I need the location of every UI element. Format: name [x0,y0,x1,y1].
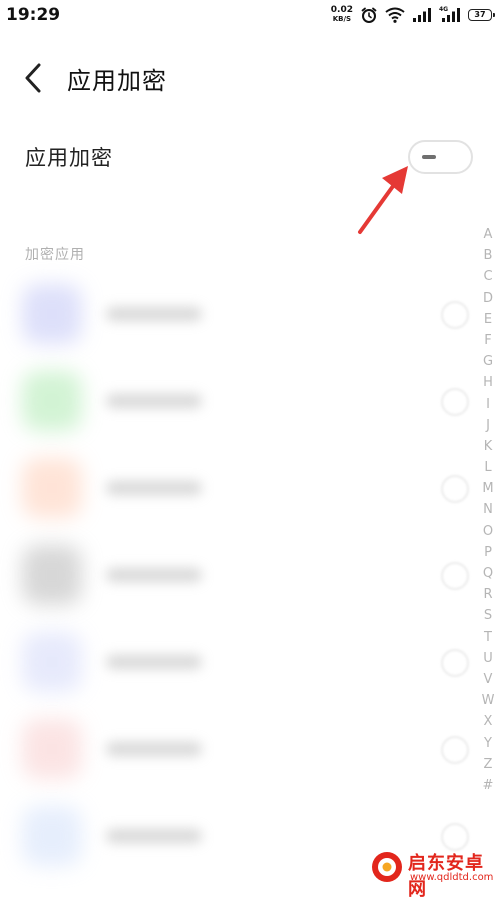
alphabet-index-letter[interactable]: U [483,648,493,669]
encrypted-apps-section-title: 加密应用 [25,247,85,263]
alphabet-index-letter[interactable]: Q [483,563,493,584]
app-icon [22,806,82,866]
alphabet-index-letter[interactable]: V [484,669,493,690]
app-select-checkbox[interactable] [441,562,469,590]
app-list [0,272,500,889]
alphabet-index-letter[interactable]: O [483,521,493,542]
alphabet-index-letter[interactable]: I [486,394,490,415]
alphabet-index-letter[interactable]: Y [484,733,492,754]
alphabet-index-letter[interactable]: P [484,542,492,563]
alphabet-index-letter[interactable]: F [484,330,491,351]
list-item[interactable] [0,446,500,533]
list-item[interactable] [0,533,500,620]
app-name-blurred [106,742,202,756]
alphabet-index-letter[interactable]: R [483,584,492,605]
app-lock-label: 应用加密 [25,146,113,170]
app-name-blurred [106,307,202,321]
network-speed: 0.02 KB/S [331,6,353,24]
status-time: 19:29 [6,5,61,25]
alphabet-index-letter[interactable]: K [484,436,493,457]
signal-4g-icon: 4G [439,6,461,23]
alphabet-index-letter[interactable]: C [483,266,492,287]
battery-icon: 37 [468,9,495,21]
alphabet-index-letter[interactable]: L [484,457,491,478]
status-bar: 19:29 0.02 KB/S 4G 37 [0,0,500,30]
alphabet-index-letter[interactable]: A [484,224,493,245]
network-type-label: 4G [439,6,449,13]
watermark-url: www.qdldtd.com [410,872,494,883]
list-item[interactable] [0,707,500,794]
list-item[interactable] [0,359,500,446]
header: 应用加密 [0,50,500,106]
network-speed-value: 0.02 [330,5,353,15]
app-name-blurred [106,481,202,495]
chevron-left-icon [25,63,41,93]
app-name-blurred [106,394,202,408]
battery-level: 37 [474,10,486,19]
alphabet-index-letter[interactable]: S [484,605,492,626]
app-icon [22,719,82,779]
app-name-blurred [106,829,202,843]
page-title: 应用加密 [67,67,167,95]
app-icon [22,545,82,605]
app-select-checkbox[interactable] [441,649,469,677]
app-icon [22,632,82,692]
alphabet-index-letter[interactable]: H [483,372,493,393]
list-item[interactable] [0,620,500,707]
app-icon [22,458,82,518]
app-name-blurred [106,568,202,582]
watermark-logo-icon [372,852,402,882]
alphabet-index-letter[interactable]: T [484,627,492,648]
signal-strength-icon [413,8,431,22]
red-arrow-annotation [358,166,408,234]
alphabet-index-letter[interactable]: G [483,351,493,372]
back-button[interactable] [14,58,54,98]
app-select-checkbox[interactable] [441,388,469,416]
alphabet-index-letter[interactable]: Z [484,754,493,775]
alphabet-index-letter[interactable]: N [483,499,493,520]
app-select-checkbox[interactable] [441,736,469,764]
wifi-icon [385,7,405,23]
watermark: 启东安卓网 www.qdldtd.com [370,846,500,900]
app-name-blurred [106,655,202,669]
app-select-checkbox[interactable] [441,301,469,329]
alphabet-index[interactable]: A B C D E F G H I J K L M N O P Q R S T U V W X Y Z # [476,224,500,796]
alphabet-index-letter[interactable]: D [483,288,493,309]
alphabet-index-letter[interactable]: W [482,690,495,711]
alphabet-index-letter[interactable]: B [484,245,493,266]
toggle-off-indicator [422,155,436,159]
list-item[interactable] [0,272,500,359]
app-icon [22,371,82,431]
alphabet-index-letter[interactable]: E [484,309,492,330]
network-speed-unit: KB/S [332,15,352,23]
status-icons: 0.02 KB/S 4G 37 [331,4,495,26]
alarm-clock-icon [361,7,377,23]
app-lock-setting-row: 应用加密 [0,128,500,188]
app-icon [22,284,82,344]
alphabet-index-letter[interactable]: M [482,478,493,499]
alphabet-index-letter[interactable]: X [484,711,493,732]
alphabet-index-letter[interactable]: # [483,775,494,796]
alphabet-index-letter[interactable]: J [486,415,490,436]
app-select-checkbox[interactable] [441,475,469,503]
